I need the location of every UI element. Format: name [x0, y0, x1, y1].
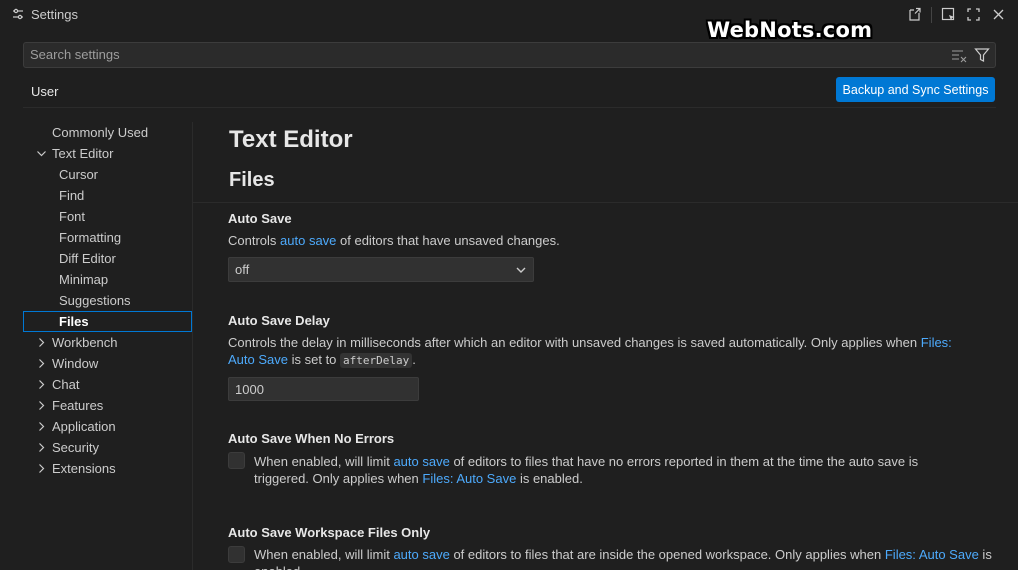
toc-item-label: Window	[52, 356, 99, 371]
toc-item-cursor[interactable]: Cursor	[23, 164, 192, 185]
section-heading: Text Editor	[229, 126, 353, 153]
files-auto-save-link[interactable]: Files: Auto Save	[422, 471, 516, 486]
close-icon[interactable]	[989, 5, 1008, 24]
toc-item-label: Formatting	[59, 230, 122, 245]
toc-item-label: Font	[59, 209, 86, 224]
toc-item-label: Find	[59, 188, 85, 203]
toc-item-features[interactable]: Features	[23, 395, 192, 416]
toc-item-label: Minimap	[59, 272, 109, 287]
toc-item-workbench[interactable]: Workbench	[23, 332, 192, 353]
chevron-right-icon	[39, 443, 45, 452]
open-settings-json-icon[interactable]	[905, 5, 924, 24]
auto-save-no-errors-checkbox[interactable]	[228, 452, 245, 469]
search-input[interactable]	[30, 47, 930, 62]
toc-item-application[interactable]: Application	[23, 416, 192, 437]
fullscreen-icon[interactable]	[964, 5, 983, 24]
toc-item-label: Files	[59, 314, 89, 329]
window-title: Settings	[31, 7, 78, 22]
toc-item-font[interactable]: Font	[23, 206, 192, 227]
toc-item-label: Chat	[52, 377, 80, 392]
auto-save-no-errors-description: When enabled, will limit auto save of ed…	[254, 454, 919, 486]
toc-item-commonly-used[interactable]: Commonly Used	[23, 122, 192, 143]
toc-item-label: Workbench	[52, 335, 118, 350]
auto-save-delay-title: Auto Save Delay	[228, 313, 330, 328]
settings-toc: Commonly Used Text Editor Cursor Find Font Fo…	[23, 122, 192, 479]
chevron-right-icon	[39, 359, 45, 368]
toc-divider	[192, 122, 193, 570]
toc-item-text-editor[interactable]: Text Editor	[23, 143, 192, 164]
chevron-down-icon	[37, 151, 46, 157]
toc-item-minimap[interactable]: Minimap	[23, 269, 192, 290]
inspect-icon[interactable]	[939, 5, 958, 24]
chevron-right-icon	[39, 422, 45, 431]
chevron-right-icon	[39, 380, 45, 389]
auto-save-value: off	[235, 262, 250, 277]
toc-item-formatting[interactable]: Formatting	[23, 227, 192, 248]
tab-user[interactable]: User	[23, 80, 67, 108]
auto-save-no-errors-title: Auto Save When No Errors	[228, 431, 395, 446]
toc-item-label: Suggestions	[59, 293, 131, 308]
subsection-heading: Files	[229, 169, 275, 191]
settings-sliders-icon	[13, 8, 23, 20]
tabs-divider	[23, 107, 996, 108]
toc-item-security[interactable]: Security	[23, 437, 192, 458]
auto-save-link[interactable]: auto save	[393, 454, 449, 469]
auto-save-select[interactable]: off	[228, 257, 534, 282]
auto-save-link[interactable]: auto save	[280, 233, 336, 248]
auto-save-description: Controls auto save of editors that have …	[228, 233, 560, 248]
toc-item-label: Diff Editor	[59, 251, 116, 266]
toc-item-label: Extensions	[52, 461, 116, 476]
heading-divider	[193, 202, 1018, 203]
toc-item-diff-editor[interactable]: Diff Editor	[23, 248, 192, 269]
toc-item-chat[interactable]: Chat	[23, 374, 192, 395]
toc-item-label: Features	[52, 398, 104, 413]
toc-item-find[interactable]: Find	[23, 185, 192, 206]
toc-item-extensions[interactable]: Extensions	[23, 458, 192, 479]
auto-save-workspace-title: Auto Save Workspace Files Only	[228, 525, 431, 540]
search-box	[23, 42, 996, 68]
title-actions	[905, 5, 1008, 24]
auto-save-link[interactable]: auto save	[393, 547, 449, 562]
toc-item-suggestions[interactable]: Suggestions	[23, 290, 192, 311]
chevron-down-icon	[516, 267, 526, 273]
auto-save-delay-description: Controls the delay in milliseconds after…	[228, 335, 952, 368]
filter-icon[interactable]	[974, 47, 990, 63]
toc-item-label: Cursor	[59, 167, 99, 182]
auto-save-delay-input[interactable]	[228, 377, 419, 401]
toc-item-label: Commonly Used	[52, 125, 149, 140]
chevron-right-icon	[39, 401, 45, 410]
toc-item-label: Security	[52, 440, 99, 455]
auto-save-workspace-description: When enabled, will limit auto save of ed…	[254, 547, 992, 570]
after-delay-code: afterDelay	[340, 353, 413, 368]
toc-item-label: Application	[52, 419, 116, 434]
auto-save-title: Auto Save	[228, 211, 292, 226]
title-separator	[931, 6, 932, 23]
watermark-logo: WebNots.com	[707, 18, 873, 42]
toc-item-window[interactable]: Window	[23, 353, 192, 374]
toc-item-label: Text Editor	[52, 146, 114, 161]
clear-filter-icon[interactable]	[951, 48, 967, 64]
chevron-right-icon	[39, 338, 45, 347]
files-auto-save-link[interactable]: Files: Auto Save	[885, 547, 979, 562]
toc-item-files[interactable]: Files	[23, 311, 192, 332]
auto-save-workspace-checkbox[interactable]	[228, 546, 245, 563]
chevron-right-icon	[39, 464, 45, 473]
backup-sync-button[interactable]: Backup and Sync Settings	[836, 77, 995, 102]
